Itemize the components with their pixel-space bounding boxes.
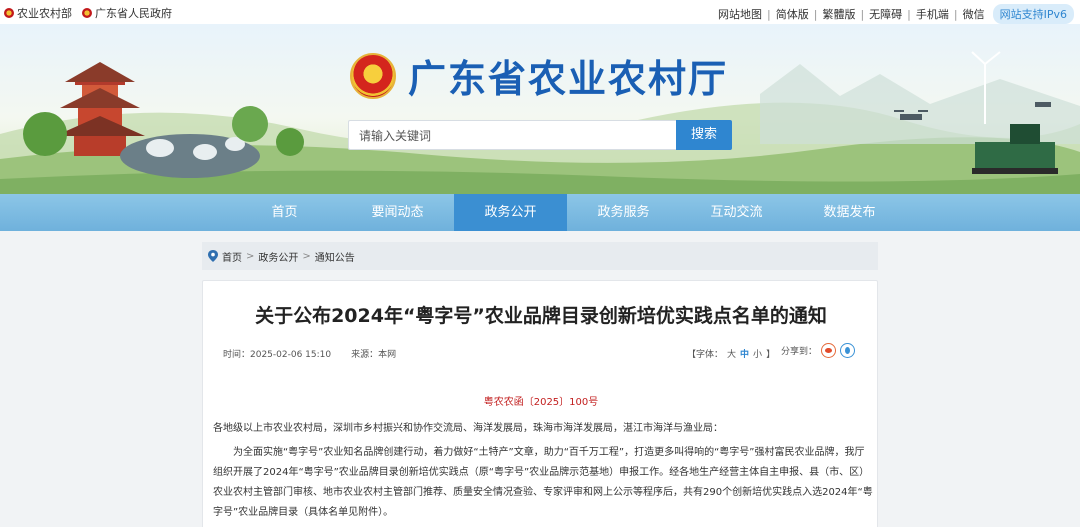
article-body: 各地级以上市农业农村局，深圳市乡村振兴和协作交流局、海洋发展局，珠海市海洋发展局… [213, 419, 873, 527]
ipv6-badge: 网站支持IPv6 [992, 4, 1074, 24]
search-input[interactable]: 请输入关键词 [348, 120, 676, 150]
font-size-label: 【字体： [687, 350, 724, 360]
link-mobile[interactable]: 手机端 [916, 6, 949, 22]
link-traditional[interactable]: 繁體版 [822, 6, 855, 22]
search-bar: 请输入关键词 搜索 [348, 120, 732, 150]
font-size-medium[interactable]: 中 [740, 347, 749, 360]
emblem-icon [4, 8, 14, 18]
breadcrumb-separator: > [302, 250, 311, 262]
link-gd-gov-label: 广东省人民政府 [95, 7, 172, 20]
article-paragraph: 为全面实施“粤字号”农业知名品牌创建行动，着力做好“土特产”文章，助力“百千万工… [213, 447, 873, 518]
nav-news[interactable]: 要闻动态 [341, 194, 454, 231]
breadcrumb-notices[interactable]: 通知公告 [315, 249, 355, 264]
divider: | [860, 7, 865, 21]
share-bar: 分享到： [781, 343, 856, 358]
divider: | [813, 7, 818, 21]
article-addressee: 各地级以上市农业农村局，深圳市乡村振兴和协作交流局、海洋发展局，珠海市海洋发展局… [213, 423, 723, 434]
article-panel: 关于公布2024年“粤字号”农业品牌目录创新培优实践点名单的通知 时间：2025… [202, 280, 878, 527]
nav-gov-services[interactable]: 政务服务 [567, 194, 680, 231]
national-emblem-icon [350, 52, 396, 99]
main-nav: 首页 要闻动态 政务公开 政务服务 互动交流 数据发布 [0, 194, 1080, 231]
link-moa[interactable]: 农业农村部 [4, 5, 72, 21]
breadcrumb-separator: > [246, 250, 255, 262]
wechat-icon[interactable] [840, 343, 856, 358]
breadcrumb-gov-affairs[interactable]: 政务公开 [258, 249, 298, 264]
rock-garden-icon [120, 134, 260, 178]
link-wechat[interactable]: 微信 [963, 6, 985, 22]
article-title: 关于公布2024年“粤字号”农业品牌目录创新培优实践点名单的通知 [255, 305, 827, 327]
link-moa-label: 农业农村部 [17, 7, 72, 20]
weibo-icon[interactable] [821, 343, 837, 358]
share-label: 分享到： [781, 347, 818, 357]
breadcrumb-home[interactable]: 首页 [222, 249, 242, 264]
emblem-icon [82, 8, 92, 18]
nav-data-release[interactable]: 数据发布 [793, 194, 906, 231]
link-accessibility[interactable]: 无障碍 [869, 6, 902, 22]
link-gd-gov[interactable]: 广东省人民政府 [82, 5, 172, 21]
divider: | [767, 7, 771, 21]
document-number: 粤农农函〔2025〕100号 [483, 397, 599, 408]
divider: | [907, 7, 911, 21]
publish-time: 时间：2025-02-06 15:10 [223, 350, 332, 360]
nav-gov-affairs[interactable]: 政务公开 [454, 194, 567, 231]
font-size-small[interactable]: 小 [753, 347, 762, 360]
top-right-links: 网站地图 | 简体版 | 繁體版 | 无障碍 | 手机端 | 微信 网站支持IP… [718, 4, 1074, 24]
article-source: 来源：本网 [351, 350, 397, 360]
nav-home[interactable]: 首页 [228, 194, 341, 231]
site-header: 广东省农业农村厅 [350, 48, 728, 103]
font-size-large[interactable]: 大 [727, 347, 736, 360]
article-meta: 时间：2025-02-06 15:10 来源：本网 [223, 347, 396, 360]
top-bar: 农业农村部 广东省人民政府 网站地图 | 简体版 | 繁體版 | 无障碍 | 手… [0, 0, 1080, 24]
nav-interaction[interactable]: 互动交流 [680, 194, 793, 231]
breadcrumb: 首页 > 政务公开 > 通知公告 [202, 242, 878, 270]
location-pin-icon [208, 250, 218, 262]
top-left-links: 农业农村部 广东省人民政府 [4, 5, 172, 21]
link-simplified[interactable]: 简体版 [776, 6, 809, 22]
search-button[interactable]: 搜索 [676, 120, 732, 150]
header-banner: 广东省农业农村厅 请输入关键词 搜索 [0, 24, 1080, 194]
link-sitemap[interactable]: 网站地图 [718, 6, 762, 22]
divider: | [953, 7, 958, 21]
site-title: 广东省农业农村厅 [408, 57, 729, 101]
font-size-close: 】 [766, 350, 776, 360]
font-size-control: 【字体： 大 中 小 】 [687, 347, 775, 360]
